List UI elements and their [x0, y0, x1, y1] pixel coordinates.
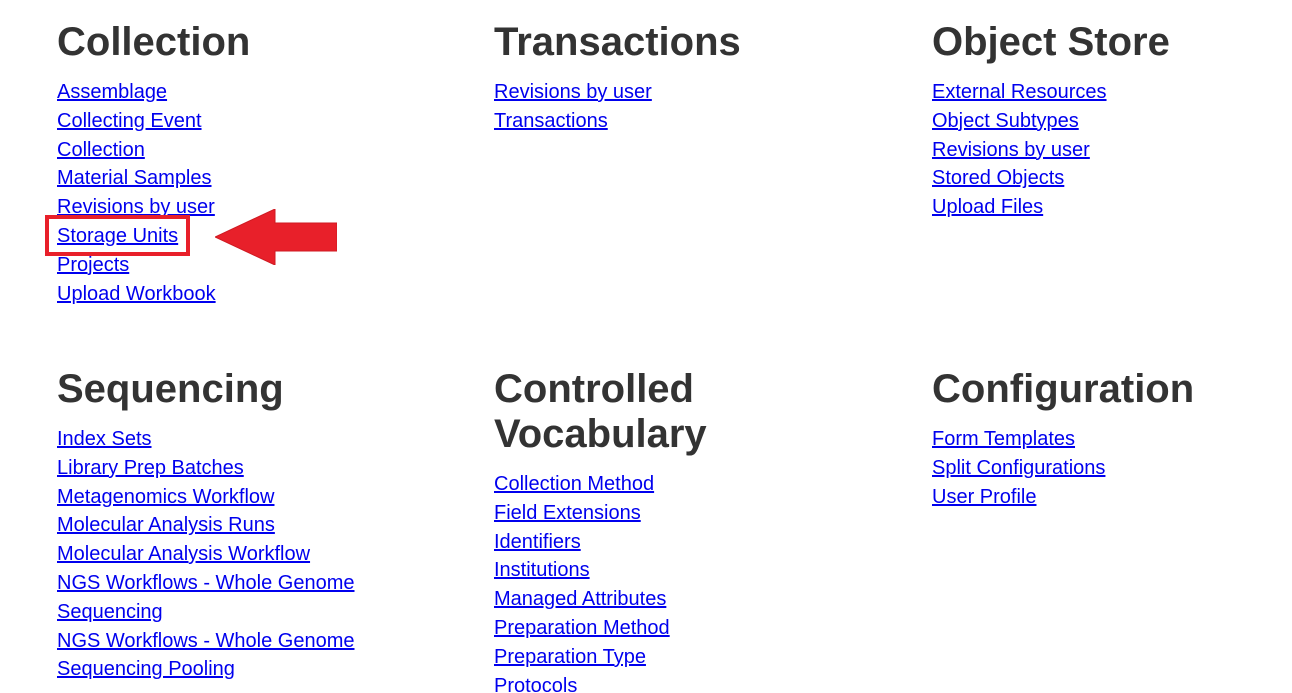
link-collection[interactable]: Collection — [57, 139, 145, 161]
highlight-box — [45, 215, 190, 256]
list-item: Object Subtypes — [932, 107, 1292, 136]
section-title-sequencing: Sequencing — [57, 367, 284, 411]
section-sequencing: Sequencing Index Sets Library Prep Batch… — [57, 367, 457, 684]
link-preparation-type[interactable]: Preparation Type — [494, 646, 646, 668]
link-stored-objects[interactable]: Stored Objects — [932, 167, 1064, 189]
list-item: NGS Workflows - Whole Genome Sequencing … — [57, 627, 457, 685]
list-item: Transactions — [494, 107, 894, 136]
link-external-resources[interactable]: External Resources — [932, 81, 1107, 103]
list-item: NGS Workflows - Whole Genome Sequencing — [57, 569, 457, 627]
list-item: Institutions — [494, 556, 824, 585]
list-item: Preparation Method — [494, 614, 824, 643]
section-title-transactions: Transactions — [494, 20, 741, 64]
link-list-sequencing: Index Sets Library Prep Batches Metageno… — [57, 425, 457, 684]
link-upload-files[interactable]: Upload Files — [932, 196, 1043, 218]
page: Collection Assemblage Collecting Event C… — [0, 0, 1292, 693]
list-item: Preparation Type — [494, 643, 824, 672]
link-ngs-workflows-wgs-pooling[interactable]: NGS Workflows - Whole Genome Sequencing … — [57, 627, 367, 685]
section-title-configuration: Configuration — [932, 367, 1195, 411]
link-collecting-event[interactable]: Collecting Event — [57, 110, 202, 132]
link-upload-workbook[interactable]: Upload Workbook — [57, 283, 216, 305]
link-material-samples[interactable]: Material Samples — [57, 167, 212, 189]
section-title-object-store: Object Store — [932, 20, 1170, 64]
list-item: Split Configurations — [932, 454, 1292, 483]
link-object-subtypes[interactable]: Object Subtypes — [932, 110, 1079, 132]
link-assemblage[interactable]: Assemblage — [57, 81, 167, 103]
list-item: Collecting Event — [57, 107, 457, 136]
link-preparation-method[interactable]: Preparation Method — [494, 617, 670, 639]
link-molecular-analysis-workflow[interactable]: Molecular Analysis Workflow — [57, 543, 310, 565]
list-item: Identifiers — [494, 528, 824, 557]
list-item: Managed Attributes — [494, 585, 824, 614]
link-revisions-by-user[interactable]: Revisions by user — [932, 139, 1090, 161]
left-arrow-icon — [215, 209, 337, 265]
list-item: Protocols — [494, 672, 824, 693]
link-managed-attributes[interactable]: Managed Attributes — [494, 588, 666, 610]
link-ngs-workflows-wgs[interactable]: NGS Workflows - Whole Genome Sequencing — [57, 569, 367, 627]
link-institutions[interactable]: Institutions — [494, 559, 590, 581]
section-title-controlled-vocabulary: Controlled Vocabulary — [494, 367, 707, 456]
list-item: User Profile — [932, 483, 1292, 512]
list-item: Index Sets — [57, 425, 457, 454]
link-list-collection: Assemblage Collecting Event Collection M… — [57, 78, 457, 308]
list-item: Upload Workbook — [57, 280, 457, 309]
list-item: Collection — [57, 136, 457, 165]
list-item: Material Samples — [57, 164, 457, 193]
list-item: Assemblage — [57, 78, 457, 107]
list-item: Revisions by user — [494, 78, 894, 107]
link-library-prep-batches[interactable]: Library Prep Batches — [57, 457, 244, 479]
list-item: Upload Files — [932, 193, 1292, 222]
list-item: Molecular Analysis Workflow — [57, 540, 457, 569]
link-user-profile[interactable]: User Profile — [932, 486, 1036, 508]
link-transactions[interactable]: Transactions — [494, 110, 608, 132]
link-field-extensions[interactable]: Field Extensions — [494, 502, 641, 524]
link-revisions-by-user[interactable]: Revisions by user — [494, 81, 652, 103]
list-item: Library Prep Batches — [57, 454, 457, 483]
link-list-object-store: External Resources Object Subtypes Revis… — [932, 78, 1292, 222]
list-item: Collection Method — [494, 470, 824, 499]
section-controlled-vocabulary: Controlled Vocabulary Collection Method … — [494, 367, 824, 693]
list-item: External Resources — [932, 78, 1292, 107]
link-list-configuration: Form Templates Split Configurations User… — [932, 425, 1292, 511]
link-projects[interactable]: Projects — [57, 254, 129, 276]
list-item: Revisions by user — [932, 136, 1292, 165]
list-item: Metagenomics Workflow — [57, 483, 457, 512]
link-metagenomics-workflow[interactable]: Metagenomics Workflow — [57, 486, 274, 508]
link-molecular-analysis-runs[interactable]: Molecular Analysis Runs — [57, 514, 275, 536]
section-transactions: Transactions Revisions by user Transacti… — [494, 20, 894, 136]
section-object-store: Object Store External Resources Object S… — [932, 20, 1292, 222]
link-index-sets[interactable]: Index Sets — [57, 428, 152, 450]
link-identifiers[interactable]: Identifiers — [494, 531, 581, 553]
section-configuration: Configuration Form Templates Split Confi… — [932, 367, 1292, 511]
link-list-controlled-vocabulary: Collection Method Field Extensions Ident… — [494, 470, 824, 693]
section-title-collection: Collection — [57, 20, 251, 64]
list-item: Field Extensions — [494, 499, 824, 528]
link-split-configurations[interactable]: Split Configurations — [932, 457, 1105, 479]
list-item: Molecular Analysis Runs — [57, 511, 457, 540]
section-collection: Collection Assemblage Collecting Event C… — [57, 20, 457, 308]
list-item: Form Templates — [932, 425, 1292, 454]
link-form-templates[interactable]: Form Templates — [932, 428, 1075, 450]
link-list-transactions: Revisions by user Transactions — [494, 78, 894, 136]
link-protocols[interactable]: Protocols — [494, 675, 577, 693]
link-collection-method[interactable]: Collection Method — [494, 473, 654, 495]
list-item: Stored Objects — [932, 164, 1292, 193]
